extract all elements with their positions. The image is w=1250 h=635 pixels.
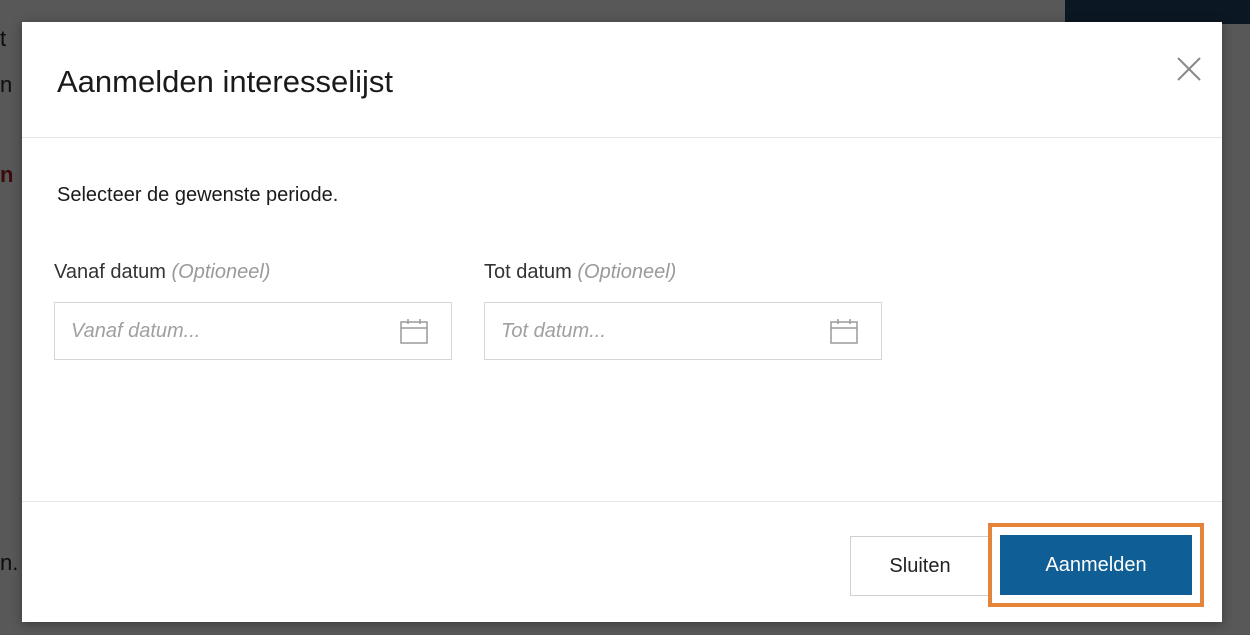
from-date-field: Vanaf datum (Optioneel) — [54, 261, 452, 360]
from-date-input[interactable] — [55, 303, 401, 359]
from-date-input-box — [54, 302, 452, 360]
dialog-footer: Sluiten Aanmelden — [22, 501, 1222, 622]
submit-button[interactable]: Aanmelden — [1000, 535, 1192, 595]
dialog-title: Aanmelden interesselijst — [57, 64, 394, 99]
optional-hint: (Optioneel) — [171, 261, 271, 283]
from-date-label-text: Vanaf datum — [54, 261, 166, 283]
calendar-icon[interactable] — [829, 317, 859, 345]
close-dialog-button[interactable]: Sluiten — [850, 536, 990, 596]
intro-text: Selecteer de gewenste periode. — [57, 184, 339, 206]
to-date-label: Tot datum (Optioneel) — [484, 261, 882, 284]
optional-hint: (Optioneel) — [577, 261, 677, 283]
dialog-body: Selecteer de gewenste periode. Vanaf dat… — [22, 138, 1222, 498]
from-date-label: Vanaf datum (Optioneel) — [54, 261, 452, 284]
to-date-input-box — [484, 302, 882, 360]
to-date-label-text: Tot datum — [484, 261, 572, 283]
close-icon — [1177, 57, 1201, 81]
calendar-icon[interactable] — [399, 317, 429, 345]
dialog-header: Aanmelden interesselijst — [22, 22, 1222, 138]
submit-button-highlight: Aanmelden — [988, 523, 1204, 607]
close-button[interactable] — [1176, 56, 1202, 82]
interest-list-dialog: Aanmelden interesselijst Selecteer de ge… — [22, 22, 1222, 622]
to-date-input[interactable] — [485, 303, 831, 359]
to-date-field: Tot datum (Optioneel) — [484, 261, 882, 360]
